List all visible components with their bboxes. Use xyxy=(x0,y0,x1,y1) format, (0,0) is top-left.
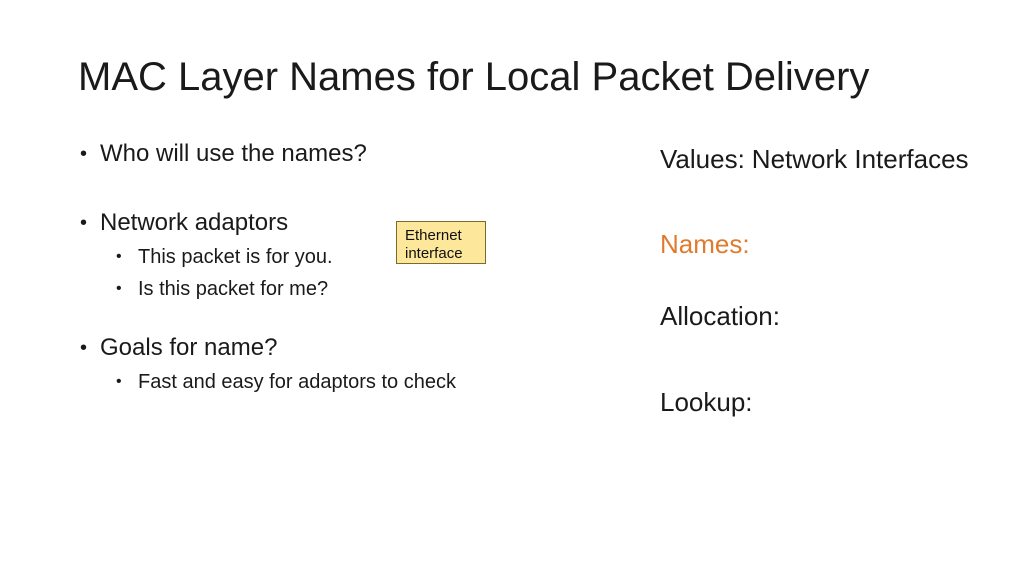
bullet-goals-for-name: Goals for name? xyxy=(80,334,277,363)
values-label: Values: xyxy=(660,144,745,174)
bullet-who-uses-names: Who will use the names? xyxy=(80,140,367,169)
callout-line-1: Ethernet xyxy=(405,227,462,244)
slide-title: MAC Layer Names for Local Packet Deliver… xyxy=(78,55,870,99)
lookup-label: Lookup: xyxy=(660,387,753,417)
sub-bullet-packet-for-me: Is this packet for me? xyxy=(116,277,328,301)
sub-bullet-fast-and-easy: Fast and easy for adaptors to check xyxy=(116,370,456,394)
allocation-label: Allocation: xyxy=(660,301,780,331)
bullet-network-adaptors: Network adaptors xyxy=(80,209,288,238)
values-value: Network Interfaces xyxy=(751,144,969,174)
ethernet-interface-callout: Ethernet interface xyxy=(396,221,486,264)
sub-bullet-packet-for-you: This packet is for you. xyxy=(116,245,332,269)
callout-line-2: interface xyxy=(405,245,463,262)
values-row: Values: Network Interfaces xyxy=(660,144,969,175)
names-label: Names: xyxy=(660,229,750,259)
